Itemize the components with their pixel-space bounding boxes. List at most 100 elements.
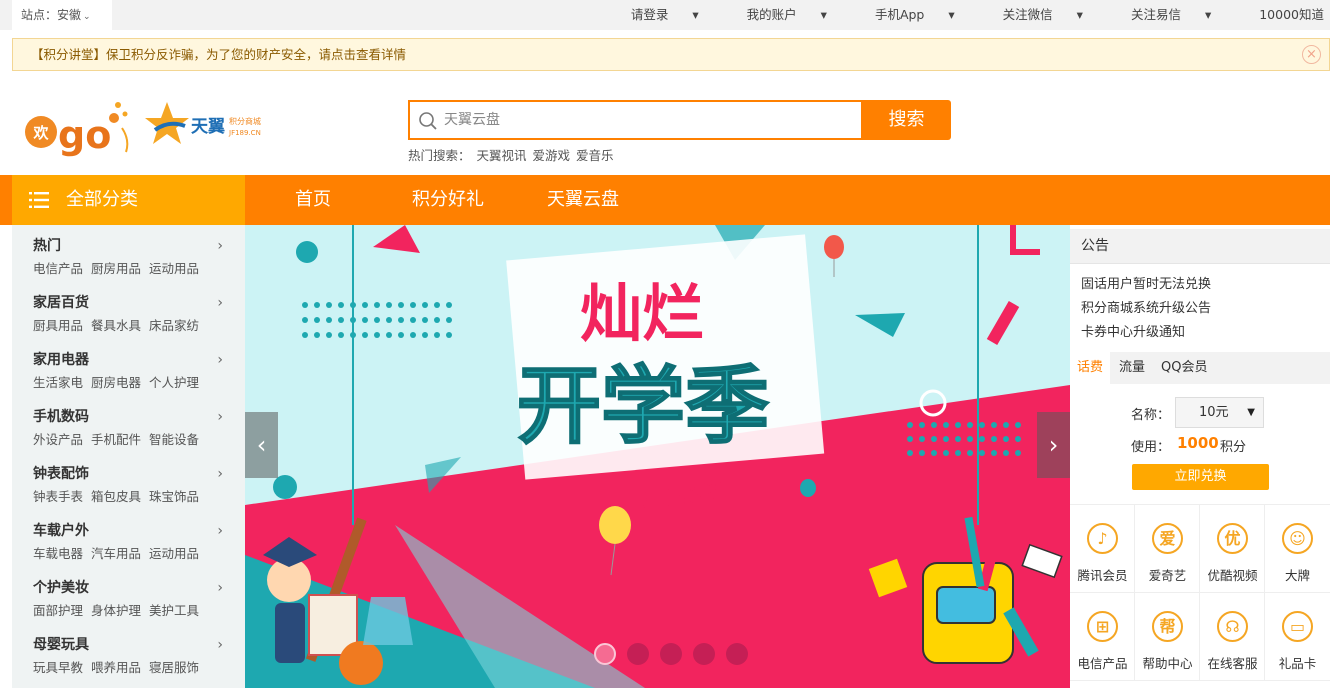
points-value: 1000 <box>1177 434 1219 452</box>
category-home-goods[interactable]: 家居百货 › 厨具用品 餐具水具 床品家纺 <box>33 293 233 334</box>
quick-link-telecom[interactable]: ⊞ 电信产品 <box>1070 593 1135 681</box>
site-selector[interactable]: 站点：安徽 ⌄ <box>12 0 112 30</box>
category-title[interactable]: 家用电器 <box>33 350 233 370</box>
logo-sub-text: 积分商城 <box>229 116 261 126</box>
hot-search-item[interactable]: 爱音乐 <box>576 148 614 163</box>
nav-points-gifts[interactable]: 积分好礼 <box>412 175 484 225</box>
quick-link-label: 电信产品 <box>1077 656 1128 671</box>
tab-qq-member[interactable]: QQ会员 <box>1161 352 1207 384</box>
subcategory-link[interactable]: 厨房用品 <box>91 261 141 276</box>
subcategory-link[interactable]: 面部护理 <box>33 603 83 618</box>
amount-value: 10元 <box>1199 405 1229 420</box>
subcategory-link[interactable]: 喂养用品 <box>91 660 141 675</box>
subcategory-link[interactable]: 外设产品 <box>33 432 83 447</box>
search-input[interactable]: 天翼云盘 <box>444 102 500 138</box>
subcategory-link[interactable]: 智能设备 <box>149 432 199 447</box>
banner-dot[interactable] <box>594 643 616 665</box>
banner-dot[interactable] <box>660 643 682 665</box>
list-icon <box>29 192 49 208</box>
category-appliances[interactable]: 家用电器 › 生活家电 厨房电器 个人护理 <box>33 350 233 391</box>
subcategory-link[interactable]: 生活家电 <box>33 375 83 390</box>
announcement-item[interactable]: 固话用户暂时无法兑换 <box>1081 273 1211 292</box>
category-title[interactable]: 车载户外 <box>33 521 233 541</box>
subcategory-link[interactable]: 美护工具 <box>149 603 199 618</box>
quick-link-gift-card[interactable]: ▭ 礼品卡 <box>1265 593 1330 681</box>
category-digital[interactable]: 手机数码 › 外设产品 手机配件 智能设备 <box>33 407 233 448</box>
search-box[interactable]: 天翼云盘 <box>408 100 863 140</box>
banner-dot[interactable] <box>627 643 649 665</box>
quick-link-help[interactable]: 帮 帮助中心 <box>1135 593 1200 681</box>
category-baby-toys[interactable]: 母婴玩具 › 玩具早教 喂养用品 寝居服饰 <box>33 635 233 676</box>
banner-dot[interactable] <box>726 643 748 665</box>
10000-zhidao-link[interactable]: 10000知道 <box>1235 0 1324 30</box>
subcategory-link[interactable]: 寝居服饰 <box>149 660 199 675</box>
subcategory-link[interactable]: 车载电器 <box>33 546 83 561</box>
tianyi-jifen-logo[interactable]: 天翼 积分商城 JF189.CN <box>145 100 285 150</box>
subcategory-link[interactable]: 电信产品 <box>33 261 83 276</box>
subcategory-link[interactable]: 个人护理 <box>149 375 199 390</box>
announcement-item[interactable]: 积分商城系统升级公告 <box>1081 297 1211 316</box>
category-title[interactable]: 母婴玩具 <box>33 635 233 655</box>
category-title[interactable]: 手机数码 <box>33 407 233 427</box>
name-label: 名称： <box>1131 408 1171 423</box>
category-hot[interactable]: 热门 › 电信产品 厨房用品 运动用品 <box>33 236 233 277</box>
promo-banner[interactable]: 灿烂 开学季 开心购啦 <box>245 225 1070 688</box>
subcategory-link[interactable]: 餐具水具 <box>91 318 141 333</box>
announcement-item[interactable]: 卡券中心升级通知 <box>1081 321 1185 340</box>
category-title[interactable]: 热门 <box>33 236 233 256</box>
subcategory-link[interactable]: 箱包皮具 <box>91 489 141 504</box>
login-link[interactable]: 请登录 ▾ <box>607 0 699 30</box>
subcategory-link[interactable]: 厨房电器 <box>91 375 141 390</box>
banner-prev-button[interactable]: ‹ <box>245 412 278 478</box>
search-button[interactable]: 搜索 <box>862 100 951 140</box>
redeem-button[interactable]: 立即兑换 <box>1132 464 1269 490</box>
nav-tianyi-cloud[interactable]: 天翼云盘 <box>547 175 619 225</box>
quick-link-support[interactable]: ☊ 在线客服 <box>1200 593 1265 681</box>
quick-link-iqiyi[interactable]: 爱 爱奇艺 <box>1135 505 1200 593</box>
category-watches[interactable]: 钟表配饰 › 钟表手表 箱包皮具 珠宝饰品 <box>33 464 233 505</box>
category-beauty[interactable]: 个护美妆 › 面部护理 身体护理 美护工具 <box>33 578 233 619</box>
amount-select[interactable]: 10元 ▼ <box>1175 397 1264 428</box>
category-title[interactable]: 个护美妆 <box>33 578 233 598</box>
chevron-right-icon: › <box>217 238 223 254</box>
subcategory-link[interactable]: 汽车用品 <box>91 546 141 561</box>
my-account-link[interactable]: 我的账户 ▾ <box>723 0 827 30</box>
subcategory-link[interactable]: 床品家纺 <box>149 318 199 333</box>
quick-link-tencent[interactable]: ♪ 腾讯会员 <box>1070 505 1135 593</box>
top-bar: 站点：安徽 ⌄ 请登录 ▾ 我的账户 ▾ 手机App ▾ 关注微信 ▾ 关注易信 ▾ 100… <box>0 0 1330 30</box>
subcategory-link[interactable]: 运动用品 <box>149 546 199 561</box>
category-title[interactable]: 钟表配饰 <box>33 464 233 484</box>
tab-data[interactable]: 流量 <box>1119 352 1145 384</box>
close-icon[interactable]: × <box>1302 45 1321 64</box>
security-notice[interactable]: 【积分讲堂】保卫积分反诈骗，为了您的财产安全，请点击查看详情 × <box>12 38 1330 71</box>
nav-home[interactable]: 首页 <box>295 175 331 225</box>
hot-search-item[interactable]: 爱游戏 <box>533 148 571 163</box>
subcategory-link[interactable]: 运动用品 <box>149 261 199 276</box>
subcategory-link[interactable]: 手机配件 <box>91 432 141 447</box>
follow-yixin-label: 关注易信 <box>1130 7 1181 22</box>
follow-wechat-link[interactable]: 关注微信 ▾ <box>979 0 1083 30</box>
quick-link-brand[interactable]: ☺ 大牌 <box>1265 505 1330 593</box>
subcategory-link[interactable]: 厨具用品 <box>33 318 83 333</box>
chevron-right-icon: › <box>217 352 223 368</box>
banner-dot[interactable] <box>693 643 715 665</box>
subcategory-link[interactable]: 身体护理 <box>91 603 141 618</box>
search-icon <box>419 112 437 130</box>
hot-search-item[interactable]: 天翼视讯 <box>477 148 527 163</box>
mobile-app-link[interactable]: 手机App ▾ <box>851 0 955 30</box>
use-label: 使用： <box>1131 440 1171 455</box>
chevron-right-icon: › <box>217 523 223 539</box>
quick-link-youku[interactable]: 优 优酷视频 <box>1200 505 1265 593</box>
announcement-title: 公告 <box>1070 229 1330 264</box>
follow-yixin-link[interactable]: 关注易信 ▾ <box>1107 0 1211 30</box>
subcategory-link[interactable]: 玩具早教 <box>33 660 83 675</box>
banner-next-button[interactable]: › <box>1037 412 1070 478</box>
quick-links-grid: ♪ 腾讯会员 爱 爱奇艺 优 优酷视频 ☺ 大牌 ⊞ 电信产品 帮 帮助中心 ☊… <box>1070 504 1330 688</box>
huango-logo[interactable]: 欢 go <box>22 90 132 160</box>
tab-phone-credit[interactable]: 话费 <box>1070 352 1111 384</box>
category-title[interactable]: 家居百货 <box>33 293 233 313</box>
subcategory-link[interactable]: 珠宝饰品 <box>149 489 199 504</box>
category-car-outdoor[interactable]: 车载户外 › 车载电器 汽车用品 运动用品 <box>33 521 233 562</box>
all-categories-button[interactable]: 全部分类 <box>12 175 245 225</box>
subcategory-link[interactable]: 钟表手表 <box>33 489 83 504</box>
